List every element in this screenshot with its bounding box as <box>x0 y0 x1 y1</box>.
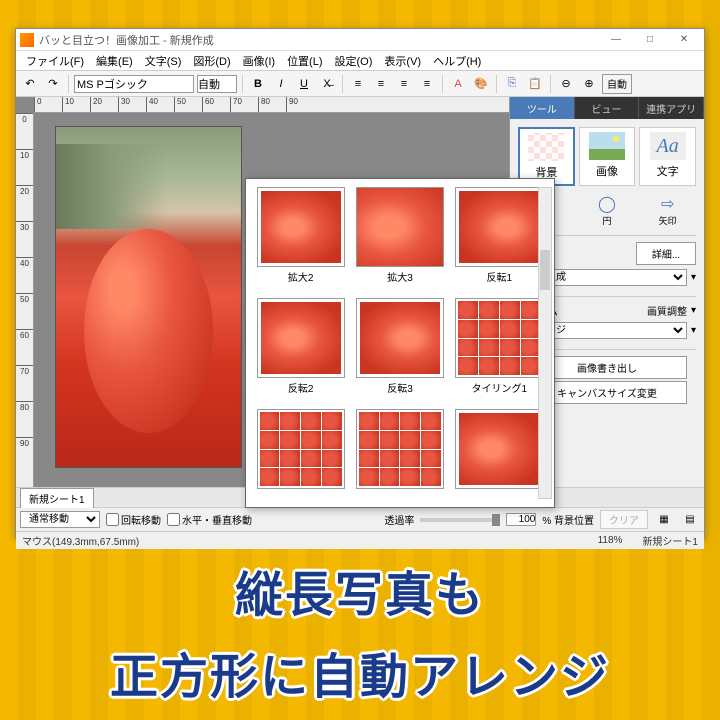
menu-image[interactable]: 画像(I) <box>237 51 281 70</box>
grid-icon[interactable]: ▦ <box>654 510 674 530</box>
zoom-in-button[interactable]: ⊕ <box>579 74 599 94</box>
text-icon: Aa <box>650 132 686 160</box>
maximize-button[interactable]: □ <box>634 31 666 49</box>
thumb-flip2[interactable]: 反転2 <box>254 298 347 403</box>
rotate-checkbox[interactable]: 回転移動 <box>106 512 161 527</box>
tab-view[interactable]: ビュー <box>575 97 640 119</box>
thumb-extra3[interactable] <box>453 409 546 499</box>
tool-image[interactable]: 画像 <box>579 127 636 186</box>
arrow-icon: ⇨ <box>656 194 680 214</box>
layout-icon[interactable]: ▤ <box>680 510 700 530</box>
palette-button[interactable]: 🎨 <box>471 74 491 94</box>
align-left-button[interactable]: ≡ <box>348 74 368 94</box>
move-mode-select[interactable]: 通常移動 <box>20 511 100 528</box>
align-justify-button[interactable]: ≡ <box>417 74 437 94</box>
quality-label: 画質調整 <box>647 303 687 318</box>
copy-button[interactable]: ⎘ <box>502 74 522 94</box>
arrange-popup: 拡大2 拡大3 反転1 反転2 反転3 タイリング1 <box>245 178 555 508</box>
popup-scrollbar[interactable] <box>538 187 552 499</box>
zoom-out-button[interactable]: ⊖ <box>556 74 576 94</box>
background-icon <box>528 133 564 161</box>
toolbar: ↶ ↷ B I U X̶ ≡ ≡ ≡ ≡ A 🎨 ⎘ 📋 ⊖ ⊕ 自動 <box>16 71 704 97</box>
size-select[interactable] <box>197 75 237 93</box>
menu-text[interactable]: 文字(S) <box>139 51 188 70</box>
color-button[interactable]: A <box>448 74 468 94</box>
dropdown-icon: ▾ <box>691 272 696 283</box>
thumb-flip3[interactable]: 反転3 <box>353 298 446 403</box>
promo-overlay: 縦長写真も 正方形に自動アレンジ <box>0 542 720 720</box>
align-center-button[interactable]: ≡ <box>371 74 391 94</box>
thumb-extra2[interactable] <box>353 409 446 499</box>
redo-button[interactable]: ↷ <box>43 74 63 94</box>
menu-edit[interactable]: 編集(E) <box>90 51 139 70</box>
thumb-flip1[interactable]: 反転1 <box>453 187 546 292</box>
menu-shape[interactable]: 図形(D) <box>187 51 236 70</box>
detail-button[interactable]: 詳細... <box>636 242 696 265</box>
sheet-tab-1[interactable]: 新規シート1 <box>20 488 94 508</box>
menu-position[interactable]: 位置(L) <box>281 51 328 70</box>
titlebar: バッと目立つ！画像加工 - 新規作成 — □ ✕ <box>16 29 704 51</box>
thumb-zoom2[interactable]: 拡大2 <box>254 187 347 292</box>
tab-tool[interactable]: ツール <box>510 97 575 119</box>
align-right-button[interactable]: ≡ <box>394 74 414 94</box>
thumb-extra1[interactable] <box>254 409 347 499</box>
auto-zoom-button[interactable]: 自動 <box>602 74 632 94</box>
font-select[interactable] <box>74 75 194 93</box>
app-icon <box>20 33 34 47</box>
menu-settings[interactable]: 設定(O) <box>329 51 379 70</box>
window-title: バッと目立つ！画像加工 - 新規作成 <box>39 32 214 48</box>
tab-link[interactable]: 連携アプリ <box>639 97 704 119</box>
promo-line-1: 縦長写真も <box>235 555 485 625</box>
close-button[interactable]: ✕ <box>668 31 700 49</box>
underline-button[interactable]: U <box>294 74 314 94</box>
bold-button[interactable]: B <box>248 74 268 94</box>
circle-icon: ◯ <box>595 194 619 214</box>
bgpos-label: % 背景位置 <box>542 512 594 527</box>
minimize-button[interactable]: — <box>600 31 632 49</box>
menu-help[interactable]: ヘルプ(H) <box>427 51 487 70</box>
ruler-vertical: 0102030405060708090 <box>16 113 34 487</box>
undo-button[interactable]: ↶ <box>20 74 40 94</box>
tomato-photo[interactable] <box>56 127 241 467</box>
strike-button[interactable]: X̶ <box>317 74 337 94</box>
opacity-input[interactable] <box>506 513 536 526</box>
clear-button[interactable]: クリア <box>600 510 648 529</box>
opacity-slider[interactable] <box>420 518 500 522</box>
menu-view[interactable]: 表示(V) <box>378 51 427 70</box>
opacity-label: 透過率 <box>384 512 414 527</box>
hv-checkbox[interactable]: 水平・垂直移動 <box>167 512 252 527</box>
italic-button[interactable]: I <box>271 74 291 94</box>
panel-tabs: ツール ビュー 連携アプリ <box>510 97 704 119</box>
menubar: ファイル(F) 編集(E) 文字(S) 図形(D) 画像(I) 位置(L) 設定… <box>16 51 704 71</box>
canvas[interactable] <box>56 127 241 467</box>
image-icon <box>589 132 625 160</box>
paste-button[interactable]: 📋 <box>525 74 545 94</box>
thumb-zoom3[interactable]: 拡大3 <box>353 187 446 292</box>
thumb-tile1[interactable]: タイリング1 <box>453 298 546 403</box>
bottom-toolbar: 通常移動 回転移動 水平・垂直移動 透過率 % 背景位置 クリア ▦ ▤ <box>16 507 704 531</box>
tool-circle[interactable]: ◯円 <box>579 194 636 227</box>
ruler-horizontal: 0102030405060708090 <box>34 97 509 113</box>
menu-file[interactable]: ファイル(F) <box>20 51 90 70</box>
tool-text[interactable]: Aa文字 <box>639 127 696 186</box>
tool-arrow[interactable]: ⇨矢印 <box>639 194 696 227</box>
promo-line-2: 正方形に自動アレンジ <box>110 637 610 707</box>
